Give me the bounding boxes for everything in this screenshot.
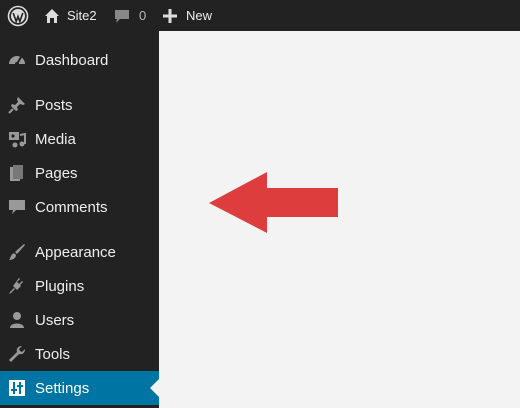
menu-item-media[interactable]: Media: [0, 122, 159, 156]
user-icon: [10, 312, 24, 328]
home-icon: [45, 8, 59, 23]
menu-label: Appearance: [35, 243, 116, 261]
menu-label: Posts: [35, 96, 73, 114]
red-arrow-icon: [209, 172, 338, 233]
menu-item-users[interactable]: Users: [0, 303, 159, 337]
menu-label: Tools: [35, 345, 71, 363]
media-icon: [9, 132, 26, 148]
pages-icon: [10, 165, 23, 181]
pushpin-icon: [8, 97, 25, 114]
menu-label: Users: [35, 311, 75, 329]
menu-label: Pages: [35, 164, 78, 182]
new-content-button[interactable]: New: [163, 0, 212, 31]
menu-item-dashboard[interactable]: Dashboard: [0, 43, 159, 77]
menu-label: Plugins: [35, 277, 85, 295]
menu-item-posts[interactable]: Posts: [0, 88, 159, 122]
menu-item-appearance[interactable]: Appearance: [0, 235, 159, 269]
menu-item-tools[interactable]: Tools: [0, 337, 159, 371]
menu-item-settings[interactable]: Settings: [0, 371, 159, 405]
site-name: Site2: [67, 8, 97, 23]
comment-bubble-icon: [115, 9, 129, 23]
site-name-link[interactable]: Site2: [44, 0, 97, 31]
brush-icon: [9, 244, 25, 260]
content-area: [159, 31, 520, 408]
menu-item-comments[interactable]: Comments: [0, 190, 159, 224]
dashboard-icon: [9, 56, 25, 66]
menu-item-pages[interactable]: Pages: [0, 156, 159, 190]
admin-bar: Site2 0 New: [0, 0, 520, 31]
plugin-icon: [9, 278, 23, 294]
comments-link[interactable]: 0: [114, 0, 146, 31]
new-label: New: [186, 8, 213, 23]
wordpress-logo-icon: [7, 5, 29, 26]
admin-menu: Dashboard Posts Media Pages Comments App…: [0, 31, 159, 408]
comment-count: 0: [139, 8, 147, 23]
settings-sliders-icon: [9, 380, 25, 396]
menu-label: Comments: [35, 198, 108, 216]
menu-label: Settings: [35, 379, 90, 397]
plus-icon: [163, 8, 177, 23]
wordpress-logo-button[interactable]: [7, 0, 29, 31]
wrench-icon: [9, 346, 25, 362]
comment-icon: [9, 200, 25, 214]
current-item-pointer: [150, 379, 159, 397]
menu-label: Media: [35, 130, 76, 148]
menu-label: Dashboard: [35, 51, 109, 69]
menu-item-plugins[interactable]: Plugins: [0, 269, 159, 303]
